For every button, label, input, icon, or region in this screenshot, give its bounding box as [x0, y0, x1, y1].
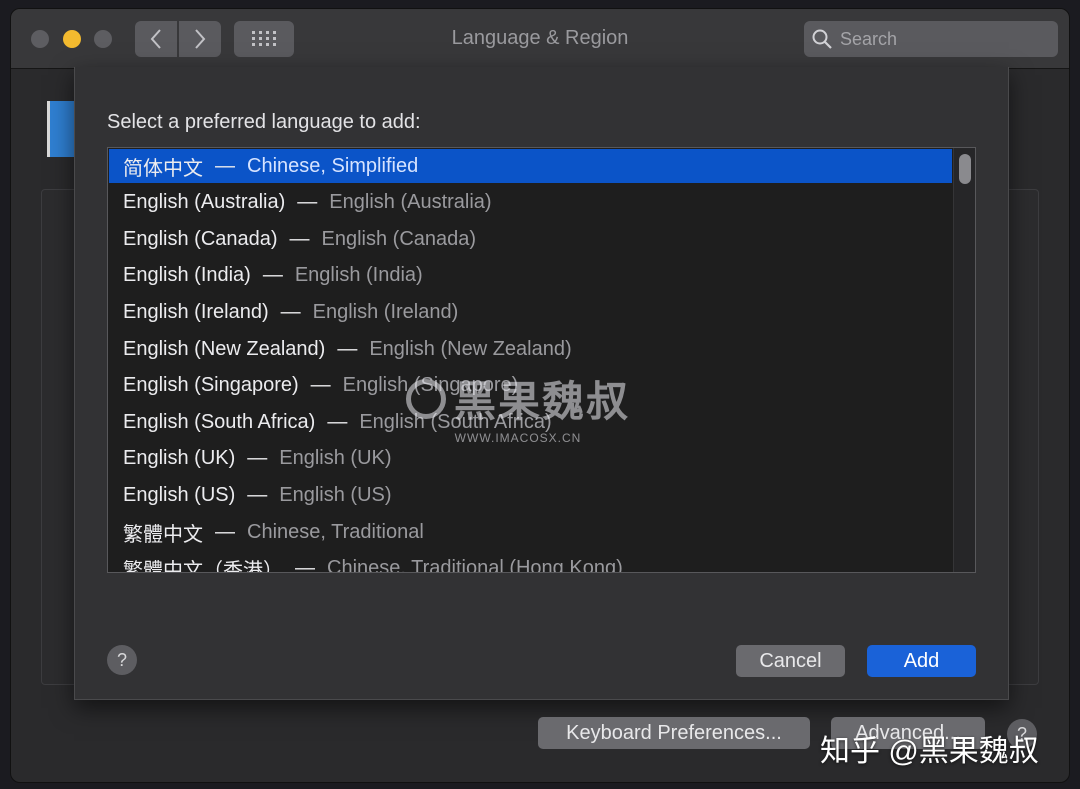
language-native-name: 繁體中文（香港） [123, 560, 283, 573]
search-icon [812, 29, 832, 49]
language-native-name: 繁體中文 [123, 523, 203, 546]
preferences-window: Language & Region Select a preferred lan… [10, 8, 1070, 783]
language-english-name: English (Australia) [329, 191, 492, 214]
search-input[interactable] [840, 28, 1040, 50]
add-language-sheet: Select a preferred language to add: 简体中文… [74, 67, 1009, 700]
language-separator: — [295, 557, 315, 573]
language-list-item[interactable]: English (Canada) — English (Canada) [109, 222, 952, 256]
language-separator: — [262, 264, 283, 287]
cancel-button[interactable]: Cancel [736, 645, 845, 677]
scrollbar-thumb[interactable] [959, 154, 971, 184]
vertical-scrollbar[interactable] [953, 148, 975, 572]
language-list-item[interactable]: 繁體中文 — Chinese, Traditional [109, 515, 952, 549]
title-bar: Language & Region [11, 9, 1069, 69]
language-english-name: English (UK) [279, 447, 392, 470]
language-list-item[interactable]: English (South Africa) — English (South Af… [109, 405, 952, 439]
add-button[interactable]: Add [867, 645, 976, 677]
language-separator: — [247, 447, 268, 470]
language-english-name: English (New Zealand) [369, 337, 572, 360]
language-english-name: English (Ireland) [312, 300, 459, 323]
language-english-name: English (South Africa) [359, 410, 552, 433]
keyboard-preferences-button[interactable]: Keyboard Preferences... [538, 717, 810, 749]
language-native-name: English (Australia) [123, 191, 286, 214]
language-list-item[interactable]: English (Singapore) — English (Singapore) [109, 369, 952, 403]
language-separator: — [327, 410, 348, 433]
language-separator: — [215, 520, 235, 543]
language-list-item[interactable]: English (UK) — English (UK) [109, 442, 952, 476]
language-english-name: English (US) [279, 483, 392, 506]
language-list[interactable]: 简体中文 — Chinese, Simplified English (Austral… [107, 147, 976, 573]
language-separator: — [247, 483, 268, 506]
language-native-name: English (India) [123, 264, 251, 287]
language-native-name: English (Singapore) [123, 374, 299, 397]
language-native-name: English (South Africa) [123, 410, 316, 433]
language-list-item[interactable]: English (India) — English (India) [109, 259, 952, 293]
language-native-name: English (UK) [123, 447, 236, 470]
language-native-name: 简体中文 [123, 157, 203, 180]
sheet-help-button[interactable]: ? [107, 645, 137, 675]
sheet-prompt: Select a preferred language to add: [107, 111, 421, 133]
language-separator: — [215, 154, 235, 177]
language-separator: — [337, 337, 358, 360]
language-list-item[interactable]: English (Ireland) — English (Ireland) [109, 295, 952, 329]
language-english-name: English (India) [294, 264, 423, 287]
language-separator: — [280, 300, 301, 323]
language-native-name: English (Canada) [123, 227, 278, 250]
language-list-item[interactable]: English (New Zealand) — English (New Zeala… [109, 332, 952, 366]
language-english-name: Chinese, Simplified [247, 154, 419, 177]
language-native-name: English (Ireland) [123, 300, 269, 323]
language-list-item[interactable]: 繁體中文（香港） — Chinese, Traditional (Hong Kong… [109, 552, 952, 573]
language-list-item[interactable]: 简体中文 — Chinese, Simplified [109, 149, 952, 183]
language-flag-icon [47, 101, 77, 157]
language-native-name: English (US) [123, 483, 236, 506]
language-english-name: English (Canada) [321, 227, 477, 250]
language-native-name: English (New Zealand) [123, 337, 326, 360]
language-separator: — [310, 374, 331, 397]
search-field[interactable] [804, 21, 1058, 57]
language-separator: — [297, 191, 318, 214]
language-english-name: English (Singapore) [342, 374, 519, 397]
credit-text: 知乎 @黑果魏叔 [820, 735, 1039, 768]
language-separator: — [289, 227, 310, 250]
language-list-item[interactable]: English (Australia) — English (Australia) [109, 186, 952, 220]
language-list-item[interactable]: English (US) — English (US) [109, 478, 952, 512]
language-english-name: Chinese, Traditional [247, 520, 424, 543]
language-english-name: Chinese, Traditional (Hong Kong) [327, 557, 623, 573]
